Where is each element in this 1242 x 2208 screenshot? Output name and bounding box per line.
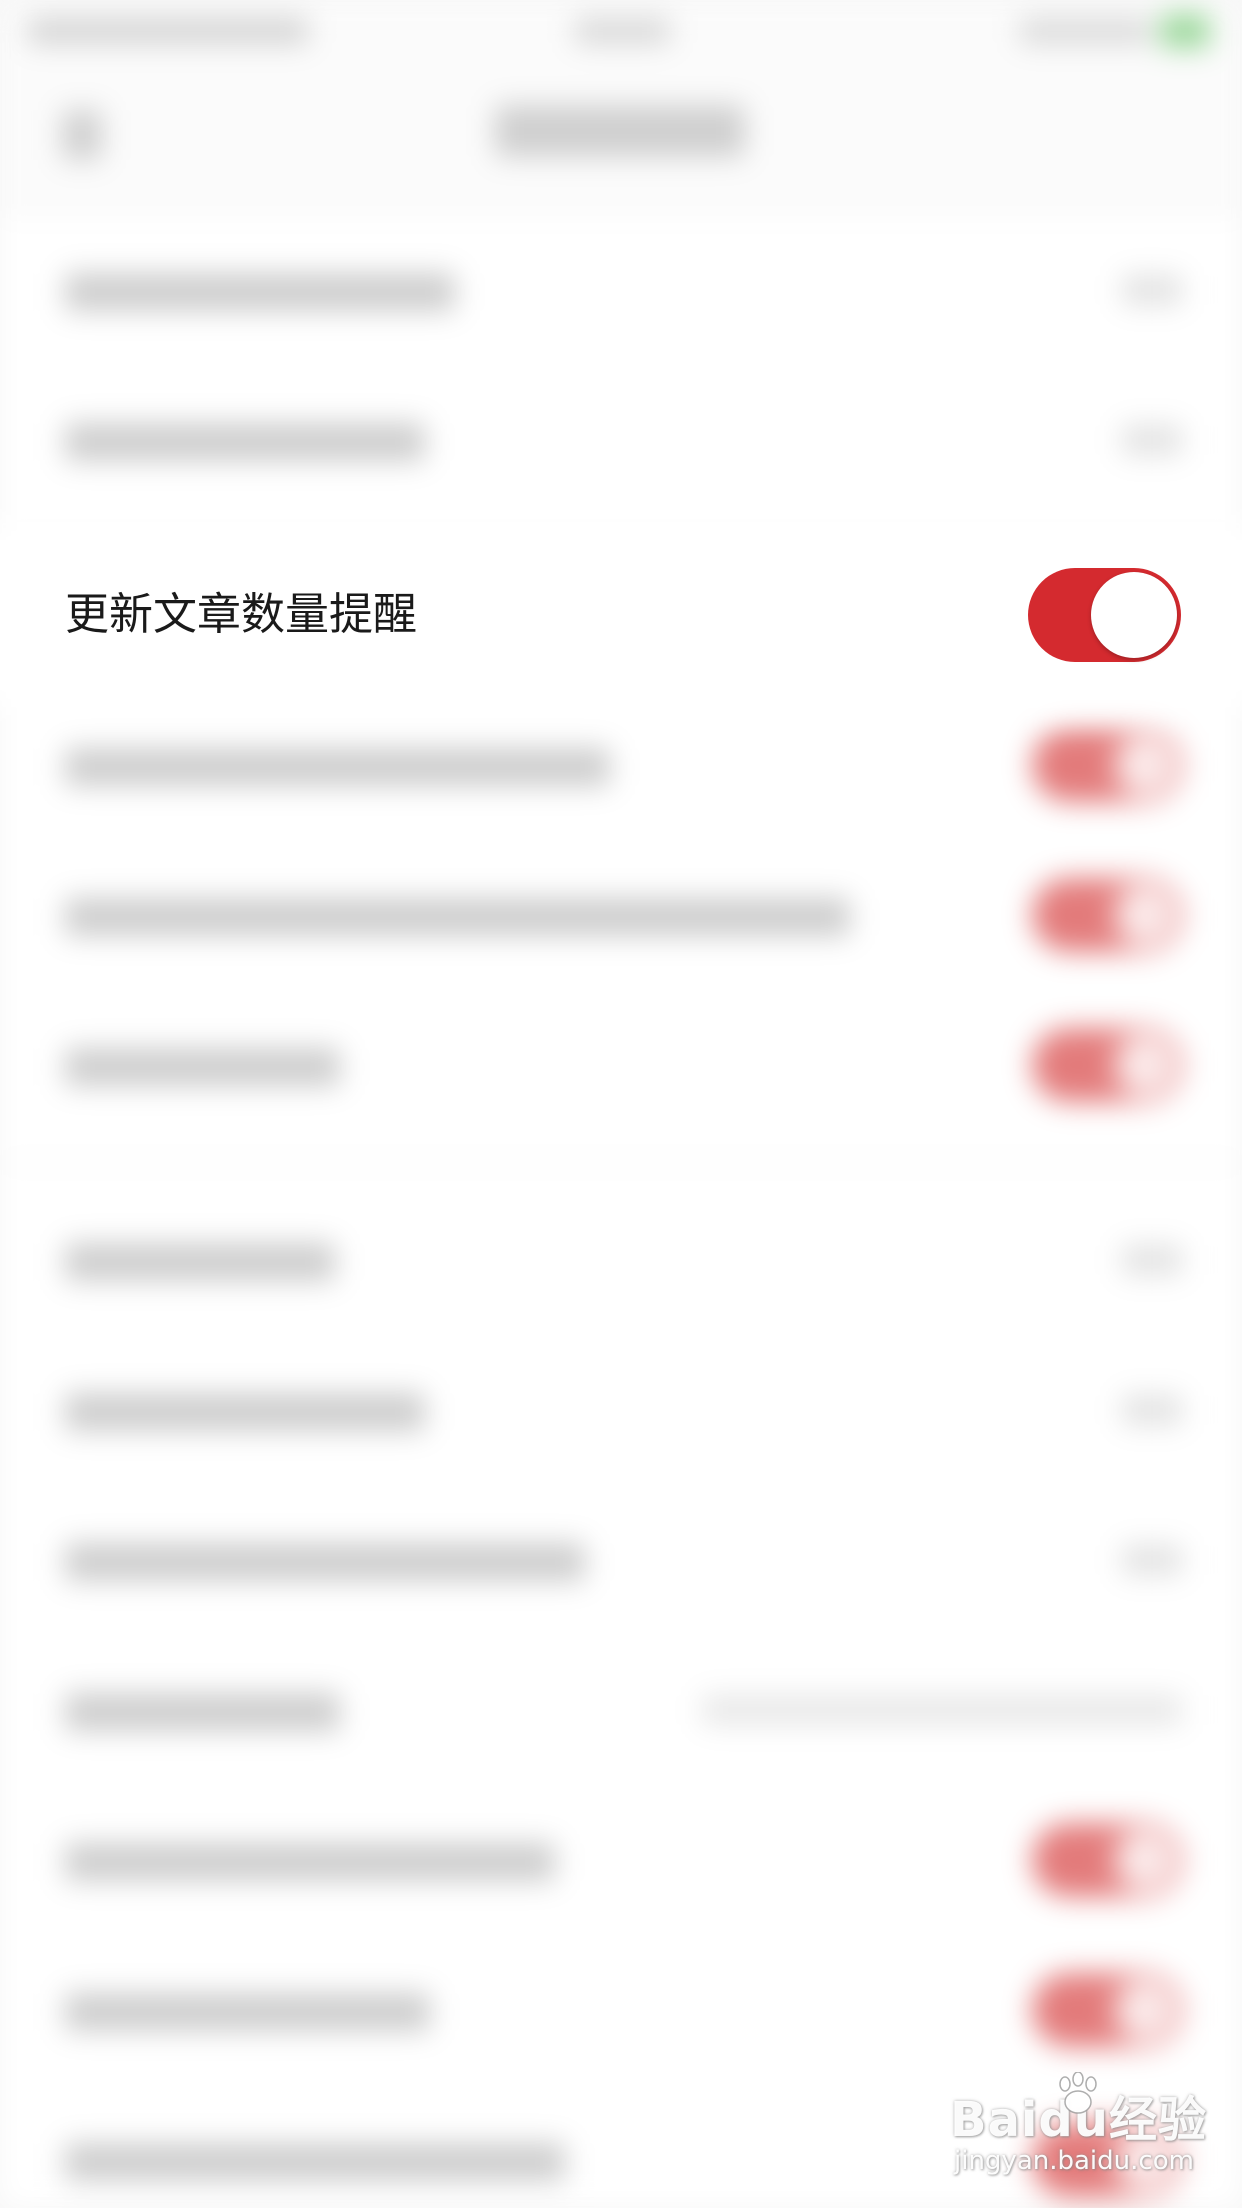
row-value-placeholder	[702, 1695, 1182, 1725]
row-label-placeholder	[65, 273, 455, 311]
toggle-switch-placeholder[interactable]	[1032, 1823, 1182, 1897]
row-label-placeholder	[65, 423, 425, 461]
settings-row[interactable]	[0, 365, 1242, 515]
nav-title-placeholder	[495, 105, 745, 157]
status-indicators-placeholder	[1020, 18, 1150, 44]
row-label-placeholder	[65, 1543, 585, 1581]
paw-icon	[1059, 2072, 1097, 2114]
back-arrow-icon[interactable]	[62, 110, 102, 160]
baidu-jingyan-watermark: Baidu经验 jingyan.baidu.com	[950, 2072, 1206, 2190]
settings-row[interactable]	[0, 990, 1242, 1140]
settings-row[interactable]	[0, 1785, 1242, 1935]
row-value-placeholder	[1122, 1545, 1182, 1575]
row-label-placeholder	[65, 1693, 340, 1731]
settings-section-1	[0, 215, 1242, 535]
settings-row[interactable]	[0, 215, 1242, 365]
settings-row[interactable]	[0, 1635, 1242, 1785]
battery-icon	[1160, 14, 1210, 48]
row-value-placeholder	[1122, 1245, 1182, 1275]
status-time-placeholder	[575, 18, 670, 44]
row-label-placeholder	[65, 1393, 425, 1431]
row-label-placeholder	[65, 748, 610, 786]
setting-label: 更新文章数量提醒	[65, 589, 417, 640]
update-reminder-toggle[interactable]	[1028, 568, 1181, 662]
toggle-knob	[1091, 572, 1177, 658]
row-label-placeholder	[65, 1843, 555, 1881]
settings-screen: 更新文章数量提醒 Baidu经验 jingyan.baidu.com	[0, 0, 1242, 2208]
update-article-count-reminder-row[interactable]: 更新文章数量提醒	[0, 540, 1242, 690]
settings-section-3	[0, 1165, 1242, 2208]
settings-row[interactable]	[0, 840, 1242, 990]
row-label-placeholder	[65, 898, 850, 936]
settings-row[interactable]	[0, 1185, 1242, 1335]
toggle-switch-placeholder[interactable]	[1032, 728, 1182, 802]
status-carrier-placeholder	[28, 18, 308, 44]
blurred-background	[0, 0, 1242, 2208]
row-label-placeholder	[65, 1243, 335, 1281]
row-label-placeholder	[65, 1993, 430, 2031]
row-label-placeholder	[65, 1048, 340, 1086]
settings-row[interactable]	[0, 1335, 1242, 1485]
row-value-placeholder	[1122, 1395, 1182, 1425]
settings-row[interactable]	[0, 1485, 1242, 1635]
row-label-placeholder	[65, 2143, 565, 2181]
row-value-placeholder	[1122, 425, 1182, 455]
watermark-url: jingyan.baidu.com	[954, 2146, 1194, 2176]
toggle-switch-placeholder[interactable]	[1032, 1028, 1182, 1102]
row-value-placeholder	[1122, 275, 1182, 305]
toggle-switch-placeholder[interactable]	[1032, 878, 1182, 952]
settings-row[interactable]	[0, 1935, 1242, 2085]
settings-row[interactable]	[0, 690, 1242, 840]
toggle-switch-placeholder[interactable]	[1032, 1973, 1182, 2047]
nav-bar	[0, 60, 1242, 210]
status-bar	[0, 0, 1242, 60]
